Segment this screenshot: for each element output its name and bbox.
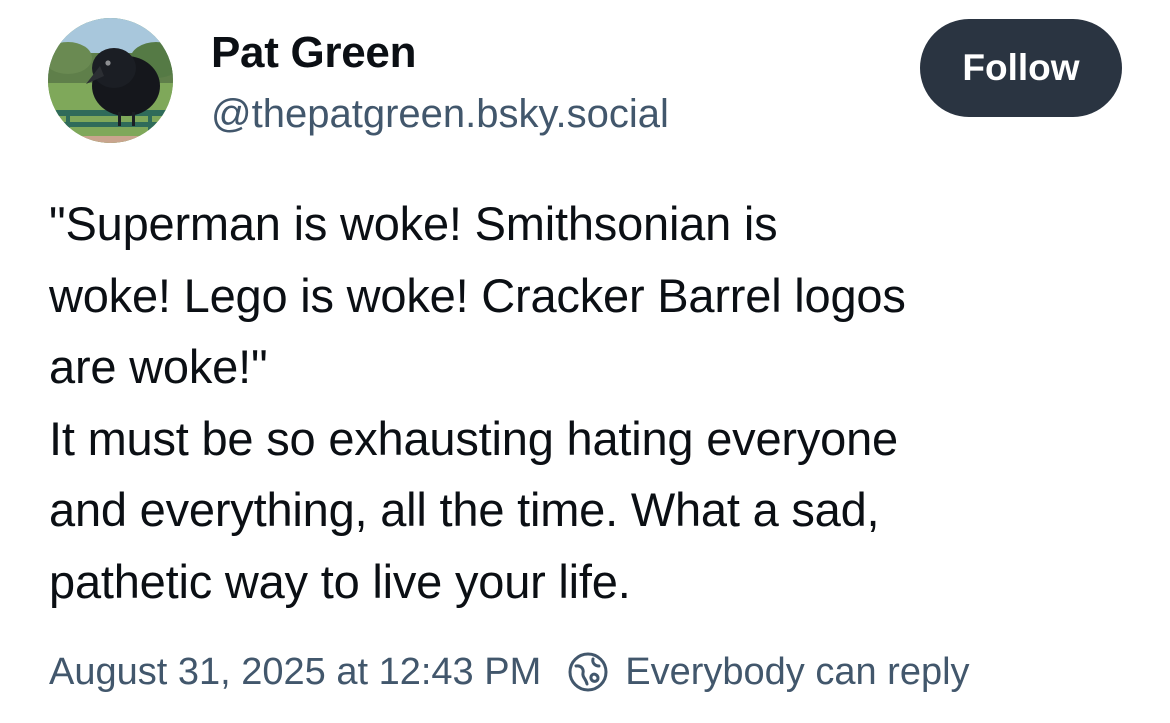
- globe-icon: [567, 651, 609, 693]
- post-timestamp[interactable]: August 31, 2025 at 12:43 PM: [49, 651, 541, 694]
- post-card: Pat Green @thepatgreen.bsky.social Follo…: [0, 0, 1170, 723]
- post-text: "Superman is woke! Smithsonian is woke! …: [49, 197, 906, 608]
- author-handle[interactable]: @thepatgreen.bsky.social: [211, 92, 669, 137]
- follow-button[interactable]: Follow: [920, 19, 1122, 117]
- reply-setting-button[interactable]: Everybody can reply: [567, 650, 970, 694]
- author-display-name[interactable]: Pat Green: [211, 28, 416, 78]
- author-avatar[interactable]: [48, 18, 173, 143]
- post-meta: August 31, 2025 at 12:43 PM Everybody ca…: [49, 645, 970, 699]
- crow-photo-icon: [48, 18, 173, 143]
- reply-setting-label: Everybody can reply: [625, 650, 970, 693]
